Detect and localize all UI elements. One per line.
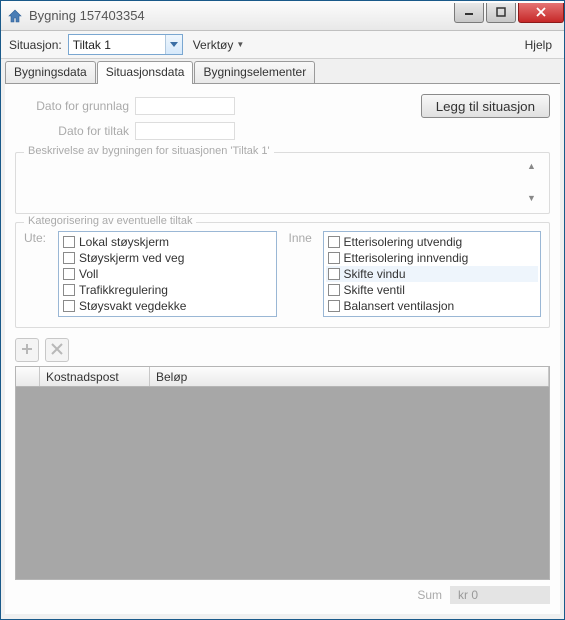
checkbox[interactable] <box>63 252 75 264</box>
beskrivelse-legend: Beskrivelse av bygningen for situasjonen… <box>24 145 274 157</box>
list-item: Etterisolering innvendig <box>326 250 539 266</box>
tab-bygningselementer[interactable]: Bygningselementer <box>194 61 315 84</box>
sum-value: kr 0 <box>450 586 550 604</box>
app-window: Bygning 157403354 Situasjon: Verktøy ▼ H… <box>0 0 565 620</box>
list-item: Skifte vindu <box>326 266 539 282</box>
grid-rowheader[interactable] <box>16 367 40 386</box>
list-item: Balansert ventilasjon <box>326 298 539 314</box>
list-item: Voll <box>61 266 274 282</box>
beskrivelse-group: Beskrivelse av bygningen for situasjonen… <box>15 152 550 214</box>
kategorisering-legend: Kategorisering av eventuelle tiltak <box>24 215 196 227</box>
inne-listbox[interactable]: Etterisolering utvendig Etterisolering i… <box>323 231 542 317</box>
list-item: Skifte ventil <box>326 282 539 298</box>
window-title: Bygning 157403354 <box>29 8 452 23</box>
sum-label: Sum <box>417 588 442 602</box>
list-item: Støysvakt vegdekke <box>61 298 274 314</box>
checkbox[interactable] <box>328 236 340 248</box>
tab-situasjonsdata[interactable]: Situasjonsdata <box>97 61 194 84</box>
checkbox[interactable] <box>63 284 75 296</box>
scroll-down-icon[interactable]: ▼ <box>527 193 541 203</box>
grid-body <box>16 387 549 579</box>
inne-label: Inne <box>289 231 317 317</box>
ute-label: Ute: <box>24 231 52 317</box>
window-controls <box>452 3 564 25</box>
checkbox[interactable] <box>63 236 75 248</box>
kostnads-grid[interactable]: Kostnadspost Beløp <box>15 366 550 580</box>
checkbox[interactable] <box>328 268 340 280</box>
col-kostnadspost[interactable]: Kostnadspost <box>40 367 150 386</box>
delete-row-button[interactable] <box>45 338 69 362</box>
chevron-down-icon: ▼ <box>236 40 244 49</box>
chevron-down-icon[interactable] <box>165 35 182 54</box>
situasjon-label: Situasjon: <box>9 38 62 52</box>
situasjon-combobox[interactable] <box>68 34 183 55</box>
dato-tiltak-field[interactable] <box>135 122 235 140</box>
maximize-button[interactable] <box>486 3 516 23</box>
dato-grunnlag-label: Dato for grunnlag <box>15 99 135 113</box>
list-item: Trafikkregulering <box>61 282 274 298</box>
grid-actions <box>15 338 550 362</box>
beskrivelse-textarea[interactable]: ▲ ▼ <box>24 161 541 203</box>
close-icon <box>51 343 63 358</box>
dato-grunnlag-field[interactable] <box>135 97 235 115</box>
help-link[interactable]: Hjelp <box>521 36 556 54</box>
plus-icon <box>21 343 33 358</box>
tab-panel: Dato for grunnlag Legg til situasjon Dat… <box>5 83 560 614</box>
close-button[interactable] <box>518 3 564 23</box>
list-item: Lokal støyskjerm <box>61 234 274 250</box>
titlebar: Bygning 157403354 <box>1 1 564 31</box>
checkbox[interactable] <box>328 284 340 296</box>
legg-til-situasjon-button[interactable]: Legg til situasjon <box>421 94 550 118</box>
tabstrip: Bygningsdata Situasjonsdata Bygningselem… <box>1 59 564 84</box>
ute-listbox[interactable]: Lokal støyskjerm Støyskjerm ved veg Voll… <box>58 231 277 317</box>
home-icon <box>7 8 23 24</box>
dato-tiltak-label: Dato for tiltak <box>15 124 135 138</box>
checkbox[interactable] <box>63 300 75 312</box>
kategorisering-group: Kategorisering av eventuelle tiltak Ute:… <box>15 222 550 328</box>
tab-bygningsdata[interactable]: Bygningsdata <box>5 61 96 84</box>
situasjon-input[interactable] <box>69 36 165 54</box>
list-item: Støyskjerm ved veg <box>61 250 274 266</box>
grid-header: Kostnadspost Beløp <box>16 367 549 387</box>
scroll-up-icon[interactable]: ▲ <box>527 161 541 171</box>
minimize-button[interactable] <box>454 3 484 23</box>
checkbox[interactable] <box>328 300 340 312</box>
list-item: Etterisolering utvendig <box>326 234 539 250</box>
checkbox[interactable] <box>63 268 75 280</box>
add-row-button[interactable] <box>15 338 39 362</box>
col-belop[interactable]: Beløp <box>150 367 549 386</box>
verktoy-menu[interactable]: Verktøy ▼ <box>189 36 249 54</box>
toolbar: Situasjon: Verktøy ▼ Hjelp <box>1 31 564 59</box>
sum-bar: Sum kr 0 <box>15 586 550 604</box>
checkbox[interactable] <box>328 252 340 264</box>
